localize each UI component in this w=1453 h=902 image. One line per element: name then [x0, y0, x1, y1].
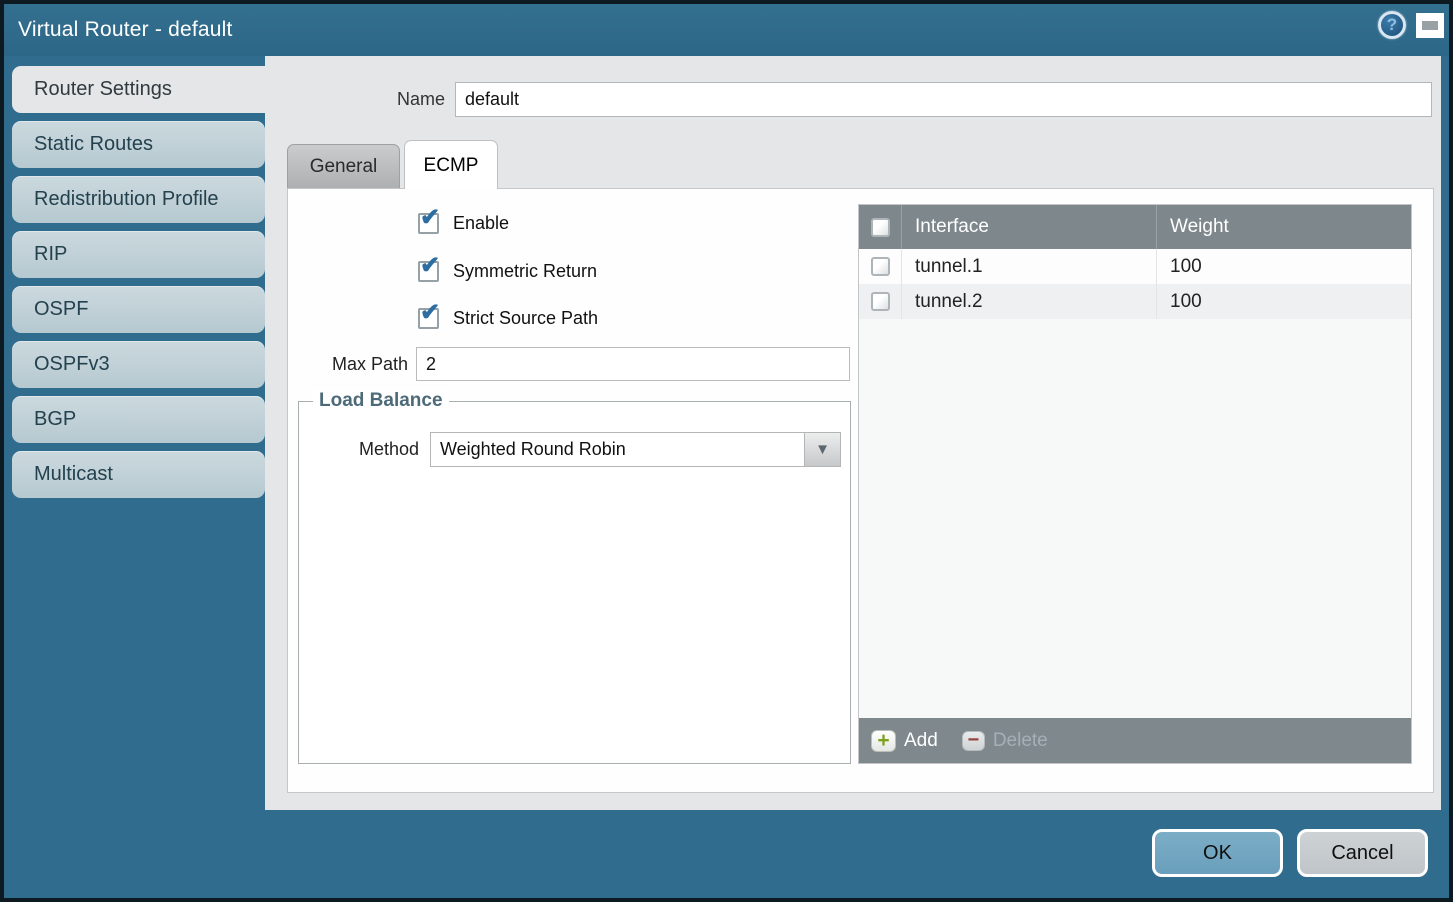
enable-row: ✔ Enable [418, 209, 509, 237]
method-dropdown[interactable]: ▼ [430, 432, 841, 467]
sidebar-item-redistribution-profile[interactable]: Redistribution Profile [12, 176, 265, 223]
table-row[interactable]: tunnel.2 100 [859, 284, 1411, 319]
add-label: Add [904, 730, 938, 752]
name-label: Name [365, 82, 445, 117]
titlebar: Virtual Router - default ? [4, 4, 1449, 56]
sidebar-item-ospf[interactable]: OSPF [12, 286, 265, 333]
symmetric-return-row: ✔ Symmetric Return [418, 257, 597, 285]
symmetric-return-label: Symmetric Return [453, 261, 597, 282]
select-all-checkbox[interactable] [871, 218, 890, 237]
tab-general[interactable]: General [287, 144, 400, 188]
method-label: Method [319, 432, 419, 467]
delete-label: Delete [993, 730, 1048, 752]
interface-cell[interactable]: tunnel.2 [902, 284, 1157, 319]
method-value[interactable] [431, 433, 804, 466]
row-checkbox[interactable] [871, 257, 890, 276]
strict-source-path-checkbox[interactable]: ✔ [418, 308, 439, 329]
tab-ecmp[interactable]: ECMP [404, 140, 498, 189]
weight-cell[interactable]: 100 [1157, 291, 1411, 313]
load-balance-legend: Load Balance [313, 390, 449, 412]
table-empty-area [859, 319, 1411, 718]
ok-button[interactable]: OK [1152, 829, 1283, 877]
interface-column-header[interactable]: Interface [902, 205, 1157, 249]
interface-cell[interactable]: tunnel.1 [902, 249, 1157, 284]
enable-label: Enable [453, 213, 509, 234]
sidebar: Router Settings Static Routes Redistribu… [12, 66, 269, 506]
cancel-button[interactable]: Cancel [1297, 829, 1428, 877]
table-footer: + Add − Delete [859, 718, 1411, 763]
virtual-router-dialog: Virtual Router - default ? Router Settin… [0, 0, 1453, 902]
sidebar-item-rip[interactable]: RIP [12, 231, 265, 278]
row-checkbox-cell [859, 249, 902, 284]
method-dropdown-button[interactable]: ▼ [804, 433, 840, 466]
name-input[interactable] [455, 82, 1432, 117]
dialog-title: Virtual Router - default [18, 4, 233, 56]
interface-table: Interface Weight tunnel.1 100 tunnel.2 1… [858, 204, 1412, 764]
add-button[interactable]: + Add [871, 730, 938, 752]
check-icon: ✔ [420, 206, 440, 230]
max-path-input[interactable] [416, 347, 850, 381]
load-balance-group: Load Balance Method ▼ [298, 401, 851, 764]
check-icon: ✔ [420, 254, 440, 278]
weight-column-header[interactable]: Weight [1157, 216, 1411, 238]
help-icon[interactable]: ? [1378, 11, 1406, 39]
sidebar-item-bgp[interactable]: BGP [12, 396, 265, 443]
sidebar-item-router-settings[interactable]: Router Settings [12, 66, 269, 113]
row-checkbox[interactable] [871, 292, 890, 311]
enable-checkbox[interactable]: ✔ [418, 213, 439, 234]
row-checkbox-cell [859, 284, 902, 319]
strict-source-path-row: ✔ Strict Source Path [418, 304, 598, 332]
ecmp-tab-panel: ✔ Enable ✔ Symmetric Return ✔ Strict Sou… [287, 188, 1434, 793]
sidebar-item-static-routes[interactable]: Static Routes [12, 121, 265, 168]
table-header-row: Interface Weight [859, 205, 1411, 249]
minus-icon: − [962, 731, 985, 751]
select-all-cell [859, 205, 902, 249]
sidebar-item-ospfv3[interactable]: OSPFv3 [12, 341, 265, 388]
restore-window-icon-glyph [1422, 21, 1438, 30]
main-panel: Name General ECMP ✔ Enable ✔ Symmetric R… [265, 56, 1441, 810]
table-row[interactable]: tunnel.1 100 [859, 249, 1411, 284]
symmetric-return-checkbox[interactable]: ✔ [418, 261, 439, 282]
check-icon: ✔ [420, 301, 440, 325]
chevron-down-icon: ▼ [815, 441, 830, 458]
sidebar-item-multicast[interactable]: Multicast [12, 451, 265, 498]
strict-source-path-label: Strict Source Path [453, 308, 598, 329]
max-path-label: Max Path [308, 347, 408, 381]
delete-button[interactable]: − Delete [962, 730, 1048, 752]
weight-cell[interactable]: 100 [1157, 256, 1411, 278]
plus-icon: + [871, 730, 896, 752]
restore-window-icon[interactable] [1416, 13, 1444, 38]
